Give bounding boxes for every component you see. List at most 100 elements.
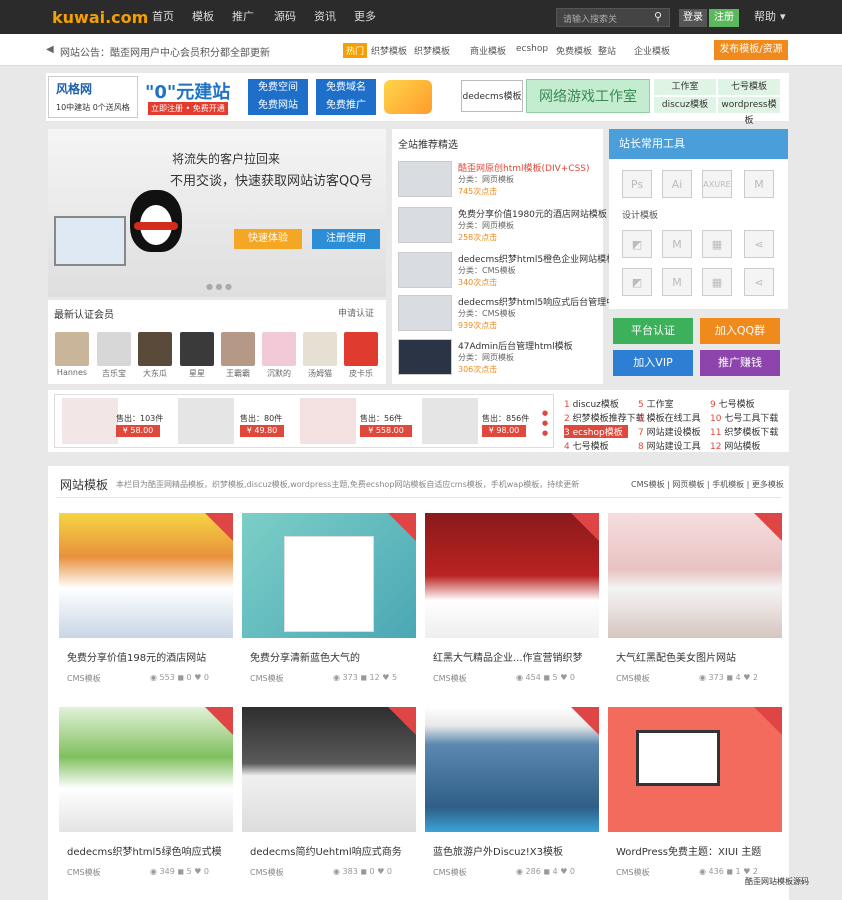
- banner-dots[interactable]: ● ● ●: [542, 408, 548, 438]
- avatar[interactable]: [262, 332, 296, 366]
- share-icon[interactable]: ⋖: [744, 230, 774, 258]
- mockup-icon[interactable]: M: [662, 230, 692, 258]
- recommend-thumb[interactable]: [398, 252, 452, 288]
- rank-item[interactable]: 5 工作室: [638, 397, 674, 410]
- image-icon[interactable]: ◩: [622, 230, 652, 258]
- rank-item[interactable]: 3 ecshop模板: [564, 425, 628, 438]
- shoe-image[interactable]: [300, 398, 356, 444]
- avatar[interactable]: [180, 332, 214, 366]
- register-use-button[interactable]: 注册使用: [312, 229, 380, 249]
- template-category[interactable]: CMS模板: [433, 867, 467, 878]
- recommend-thumb[interactable]: [398, 295, 452, 331]
- publish-button[interactable]: 发布模板/资源: [714, 40, 788, 60]
- recommend-item-title[interactable]: dedecms织梦html5响应式后台管理中心: [458, 295, 624, 308]
- grid-icon[interactable]: ▦: [702, 230, 732, 258]
- rank-item[interactable]: 6 模板在线工具: [638, 411, 701, 424]
- recommend-thumb[interactable]: [398, 207, 452, 243]
- ad-free-space[interactable]: 免费空间: [248, 79, 308, 97]
- recommend-item-title[interactable]: dedecms织梦html5橙色企业网站模板: [458, 252, 615, 265]
- recommend-item-title[interactable]: 47Admin后台管理html模板: [458, 339, 573, 352]
- shoe-image[interactable]: [178, 398, 234, 444]
- ad-free-site[interactable]: 免费网站: [248, 97, 308, 115]
- ad-free-domain[interactable]: 免费域名: [316, 79, 376, 97]
- site-notice[interactable]: 网站公告：酷歪网用户中心会员积分都全部更新: [60, 44, 270, 59]
- template-category[interactable]: CMS模板: [616, 867, 650, 878]
- rank-item[interactable]: 1 discuz模板: [564, 397, 619, 410]
- template-category[interactable]: CMS模板: [67, 673, 101, 684]
- recommend-item-title[interactable]: 酷歪网原创html模板(DIV+CSS): [458, 161, 590, 174]
- nav-item-source[interactable]: 源码: [274, 0, 296, 34]
- nav-item-promo[interactable]: 推广: [232, 0, 254, 34]
- promote-earn-button[interactable]: 推广赚钱: [700, 350, 780, 376]
- shoe-image[interactable]: [62, 398, 118, 444]
- template-category[interactable]: CMS模板: [433, 673, 467, 684]
- apply-verify-link[interactable]: 申请认证: [338, 306, 374, 319]
- join-qq-group-button[interactable]: 加入QQ群: [700, 318, 780, 344]
- share-icon[interactable]: ⋖: [744, 268, 774, 296]
- ad-qihao[interactable]: 七号模板: [718, 79, 780, 95]
- image-icon[interactable]: ◩: [622, 268, 652, 296]
- quick-link[interactable]: ecshop: [516, 44, 548, 54]
- template-category[interactable]: CMS模板: [67, 867, 101, 878]
- template-title[interactable]: 免费分享价值198元的酒店网站: [67, 649, 206, 664]
- section-links[interactable]: CMS模板 | 网页模板 | 手机模板 | 更多模板: [631, 479, 784, 490]
- quick-link[interactable]: 商业模板: [470, 44, 506, 57]
- avatar[interactable]: [303, 332, 337, 366]
- rank-item[interactable]: 7 网站建设模板: [638, 425, 701, 438]
- nav-item-home[interactable]: 首页: [152, 0, 174, 34]
- template-title[interactable]: 蓝色旅游户外Discuz!X3模板: [433, 843, 563, 858]
- quick-link[interactable]: 织梦模板: [414, 44, 450, 57]
- rank-item[interactable]: 8 网站建设工具: [638, 439, 701, 452]
- photoshop-icon[interactable]: Ps: [622, 170, 652, 198]
- template-title[interactable]: WordPress免费主题：XIUI 主题: [616, 843, 761, 858]
- avatar[interactable]: [344, 332, 378, 366]
- ad-studio[interactable]: 工作室: [654, 79, 716, 95]
- grid-icon[interactable]: ▦: [702, 268, 732, 296]
- avatar[interactable]: [97, 332, 131, 366]
- rank-item[interactable]: 9 七号模板: [710, 397, 755, 410]
- rank-item[interactable]: 2 织梦模板推荐下载: [564, 411, 645, 424]
- nav-item-news[interactable]: 资讯: [314, 0, 336, 34]
- join-vip-button[interactable]: 加入VIP: [613, 350, 693, 376]
- template-category[interactable]: CMS模板: [616, 673, 650, 684]
- nav-item-more[interactable]: 更多: [354, 0, 376, 34]
- axure-icon[interactable]: AXURE: [702, 170, 732, 198]
- ad-free-title[interactable]: "0"元建站: [145, 78, 230, 104]
- ad-free-promo[interactable]: 免费推广: [316, 97, 376, 115]
- rank-item[interactable]: 10 七号工具下载: [710, 411, 778, 424]
- ad-game-studio[interactable]: 网络游戏工作室: [526, 79, 650, 113]
- illustrator-icon[interactable]: Ai: [662, 170, 692, 198]
- chevron-down-icon[interactable]: ▾: [780, 0, 786, 34]
- template-category[interactable]: CMS模板: [250, 673, 284, 684]
- site-logo[interactable]: kuwai.com: [52, 8, 148, 27]
- quick-link[interactable]: 免费模板: [556, 44, 592, 57]
- mockup-icon[interactable]: M: [662, 268, 692, 296]
- quick-link[interactable]: 织梦模板: [371, 44, 407, 57]
- rank-item[interactable]: 4 七号模板: [564, 439, 609, 452]
- template-category[interactable]: CMS模板: [250, 867, 284, 878]
- template-title[interactable]: 红黑大气精品企业...作宣营销织梦: [433, 649, 583, 664]
- rank-item[interactable]: 12 网站模板: [710, 439, 760, 452]
- slider-dots[interactable]: ● ● ●: [206, 282, 232, 291]
- avatar[interactable]: [138, 332, 172, 366]
- search-input[interactable]: 请输入搜索关: [556, 8, 670, 27]
- help-menu[interactable]: 帮助: [754, 0, 776, 34]
- login-button[interactable]: 登录: [679, 9, 707, 27]
- ad-dedecms[interactable]: dedecms模板: [461, 80, 523, 112]
- quick-link[interactable]: 企业模板: [634, 44, 670, 57]
- platform-verify-button[interactable]: 平台认证: [613, 318, 693, 344]
- recommend-thumb[interactable]: [398, 339, 452, 375]
- ad-wordpress[interactable]: wordpress模板: [718, 97, 780, 126]
- search-icon[interactable]: ⚲: [654, 11, 666, 23]
- markman-icon[interactable]: M: [744, 170, 774, 198]
- shoe-image[interactable]: [422, 398, 478, 444]
- register-button[interactable]: 注册: [709, 9, 739, 27]
- template-title[interactable]: 免费分享清新蓝色大气的: [250, 649, 360, 664]
- recommend-thumb[interactable]: [398, 161, 452, 197]
- template-title[interactable]: 大气红黑配色美女图片网站: [616, 649, 736, 664]
- ad-free-sub[interactable]: 立即注册 • 免费开通: [148, 102, 228, 115]
- template-title[interactable]: dedecms简约Uehtml响应式商务: [250, 843, 402, 858]
- try-now-button[interactable]: 快速体验: [234, 229, 302, 249]
- ad-discuz[interactable]: discuz模板: [654, 97, 716, 113]
- template-title[interactable]: dedecms织梦html5绿色响应式模: [67, 843, 222, 858]
